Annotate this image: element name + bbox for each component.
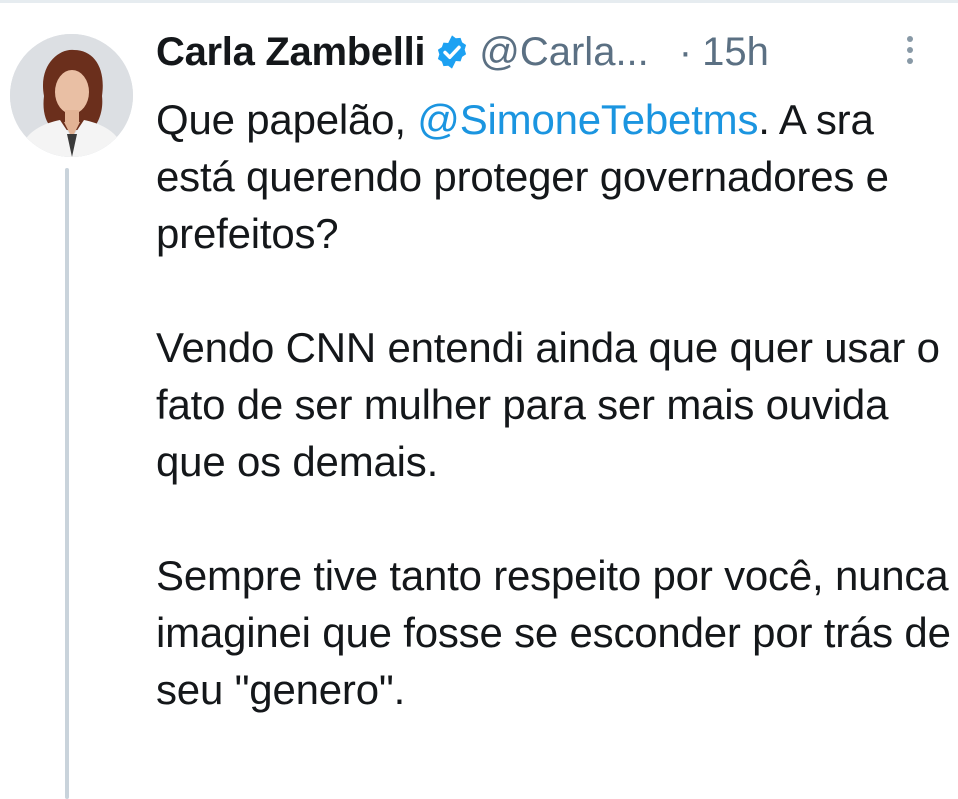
mention-link[interactable]: @SimoneTebetms (417, 96, 758, 143)
thread-connector-line (65, 168, 69, 799)
tweet-paragraph: Sempre tive tanto respeito por você, nun… (156, 552, 951, 713)
verified-badge-icon (433, 33, 471, 71)
user-handle[interactable]: @Carla... (479, 30, 649, 75)
tweet-header: Carla Zambelli @Carla... · 15h (156, 20, 946, 84)
tweet-paragraph: Vendo CNN entendi ainda que quer usar o … (156, 324, 940, 485)
display-name[interactable]: Carla Zambelli (156, 30, 426, 75)
tweet-timestamp[interactable]: 15h (702, 30, 769, 75)
more-dot (907, 58, 913, 64)
text-segment: Que papelão, (156, 96, 418, 143)
top-divider (0, 0, 958, 3)
avatar-image (10, 34, 133, 157)
more-dot (907, 47, 913, 53)
tweet-text: Que papelão, @SimoneTebetms. A sra está … (156, 91, 951, 718)
avatar[interactable] (10, 34, 133, 157)
separator-dot: · (678, 29, 693, 74)
more-options-icon[interactable] (902, 30, 918, 70)
tweet-paragraph: Que papelão, @SimoneTebetms. A sra está … (156, 91, 951, 262)
more-dot (907, 36, 913, 42)
